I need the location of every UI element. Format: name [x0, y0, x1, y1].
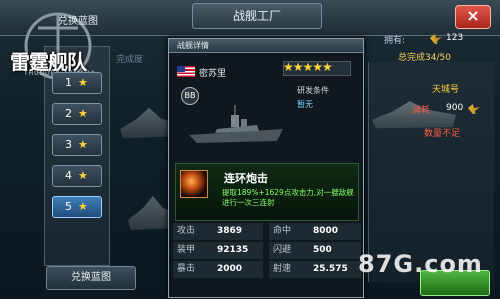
star-icon: ★ — [78, 169, 88, 182]
exchange-blueprint-top[interactable]: 兑换蓝图 — [58, 12, 98, 27]
battleship-image — [189, 105, 283, 143]
star-icon: ★ — [78, 107, 88, 120]
star-tab-5[interactable]: 5 ★ — [52, 196, 102, 218]
star-tab-2[interactable]: 2 ★ — [52, 103, 102, 125]
stat-label: 攻击 — [177, 226, 196, 236]
completion-label: 完成度 — [116, 55, 144, 65]
stat-value: 3869 — [217, 226, 243, 236]
modal-title: 战舰详情 — [169, 39, 363, 53]
stat-label: 暴击 — [177, 264, 196, 274]
watermark: 87G.com — [358, 250, 483, 278]
stat-label: 射速 — [273, 264, 292, 274]
stat-value: 500 — [313, 245, 332, 255]
exchange-blueprint-button[interactable]: 兑换蓝图 — [46, 266, 136, 290]
stat-label: 闪避 — [273, 245, 292, 255]
close-button[interactable]: × — [455, 5, 491, 29]
skill-panel: 连环炮击 提取189%+1629点攻击力,对一艘敌舰进行一次三连射 — [175, 163, 359, 221]
ship-name: 密苏里 — [199, 69, 227, 79]
stat-row: 暴击 2000 射速 25.575 — [173, 260, 361, 279]
stat-label: 装甲 — [177, 245, 196, 255]
us-flag-icon — [177, 66, 195, 77]
owned-label: 拥有: — [384, 36, 406, 46]
page-title: 战舰工厂 — [192, 3, 322, 29]
stat-value: 8000 — [313, 226, 339, 236]
right-ship-card[interactable] — [368, 62, 494, 282]
star-icon: ★ — [78, 200, 88, 213]
stat-value: 25.575 — [313, 264, 348, 274]
consume-label: 消耗 — [412, 106, 431, 116]
research-condition-value: 暂无 — [297, 100, 313, 109]
star-icon: ★ — [78, 76, 88, 89]
stat-label: 命中 — [273, 226, 292, 236]
star-tab-3[interactable]: 3 ★ — [52, 134, 102, 156]
star-tab-4[interactable]: 4 ★ — [52, 165, 102, 187]
stat-value: 92135 — [217, 245, 249, 255]
cannon-fire-icon — [180, 170, 208, 198]
stat-row: 攻击 3869 命中 8000 — [173, 222, 361, 241]
insufficient-warning: 数量不足 — [424, 129, 461, 139]
ship-detail-modal: 战舰详情 密苏里 ★★★★★ BB 研发条件 暂无 连环炮击 提取189%+16… — [168, 38, 364, 298]
stat-row: 装甲 92135 闪避 500 — [173, 241, 361, 260]
skill-description: 提取189%+1629点攻击力,对一艘敌舰进行一次三连射 — [222, 188, 354, 207]
consume-value: 900 — [446, 103, 464, 113]
ship-card-name: 天城号 — [432, 85, 460, 95]
star-icon: ★ — [78, 138, 88, 151]
research-condition-label: 研发条件 — [297, 86, 329, 95]
skill-name: 连环炮击 — [224, 172, 268, 185]
star-tab-1[interactable]: 1 ★ — [52, 72, 102, 94]
owned-count: 123 — [446, 33, 464, 43]
stat-value: 2000 — [217, 264, 243, 274]
star-rating: ★★★★★ — [283, 60, 333, 74]
